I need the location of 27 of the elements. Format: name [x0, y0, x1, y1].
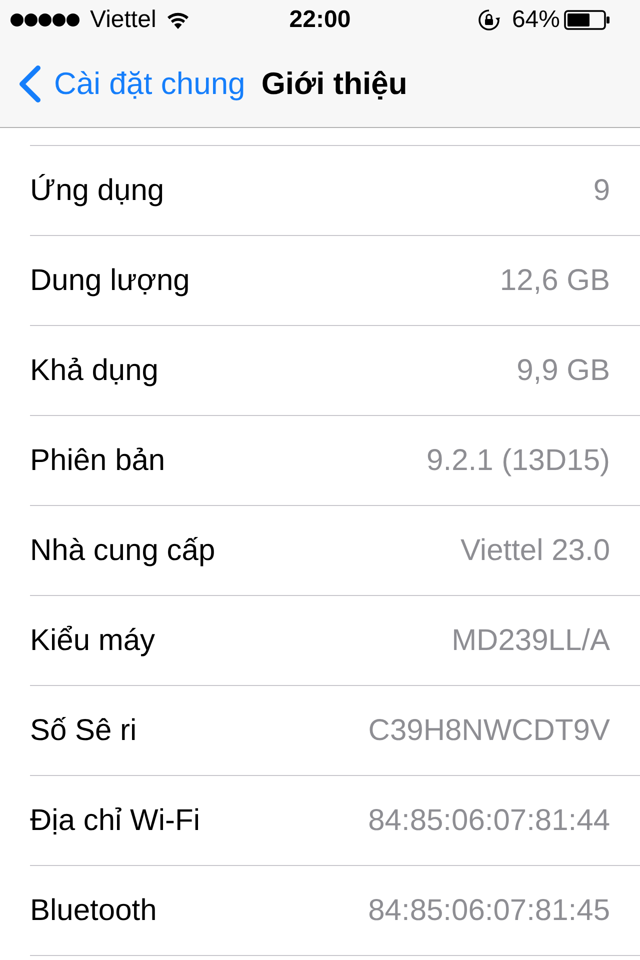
- row-value: C39H8NWCDT9V: [368, 716, 610, 746]
- row-label: Nhà cung cấp: [30, 536, 216, 566]
- back-button[interactable]: Cài đặt chung: [16, 64, 246, 102]
- row-value: 12,6 GB: [500, 266, 610, 296]
- rotation-lock-icon: [478, 9, 500, 31]
- row-value: 9: [593, 176, 610, 206]
- carrier-name: Viettel: [90, 8, 156, 32]
- row-label: Khả dụng: [30, 356, 158, 386]
- signal-dots-icon: [10, 13, 80, 27]
- row-label: Phiên bản: [30, 446, 166, 476]
- row-label: Dung lượng: [30, 266, 190, 296]
- battery-icon: [564, 10, 610, 30]
- row-value: 9.2.1 (13D15): [426, 446, 610, 476]
- row-value: 84:85:06:07:81:45: [368, 896, 610, 926]
- row-label: Số Sê ri: [30, 716, 137, 746]
- row-label: Bluetooth: [30, 896, 157, 926]
- page-title: Giới thiệu: [261, 68, 408, 99]
- wifi-icon: [166, 11, 190, 29]
- row-label: Địa chỉ Wi-Fi: [30, 806, 200, 836]
- status-time: 22:00: [289, 8, 351, 32]
- row-value: Viettel 23.0: [460, 536, 610, 566]
- row-value: 84:85:06:07:81:44: [368, 806, 610, 836]
- row-value: 9,9 GB: [516, 356, 610, 386]
- row-value: MD239LL/A: [452, 626, 610, 656]
- row-label: Kiểu máy: [30, 626, 156, 656]
- row-label: Ứng dụng: [30, 176, 164, 206]
- battery-percentage: 64%: [512, 8, 560, 32]
